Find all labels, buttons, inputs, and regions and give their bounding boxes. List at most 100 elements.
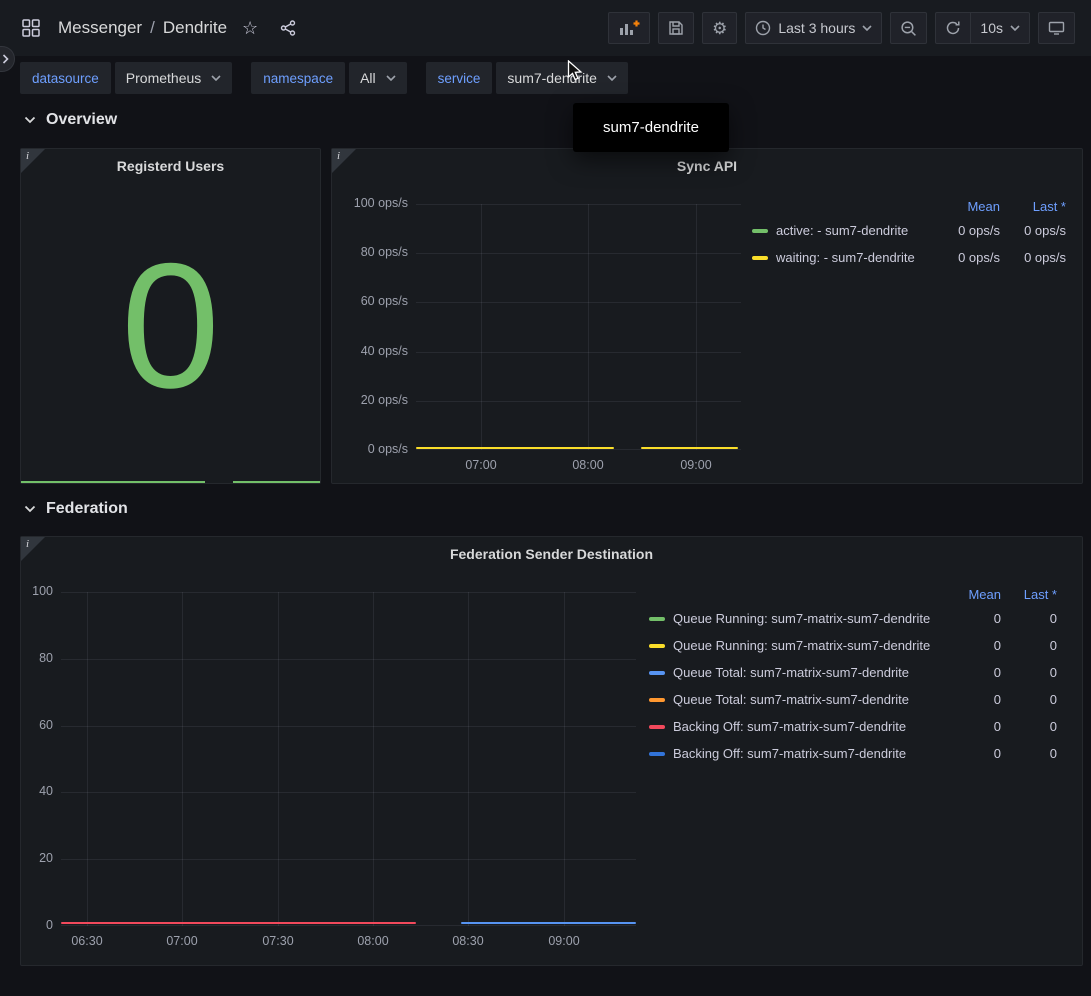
legend-mean-value: 0 bbox=[941, 719, 1001, 734]
gridline bbox=[481, 204, 482, 450]
add-panel-button[interactable] bbox=[608, 12, 650, 44]
panel-title-sync-api[interactable]: Sync API bbox=[332, 158, 1082, 174]
legend-series-name: Backing Off: sum7-matrix-sum7-dendrite bbox=[673, 746, 906, 761]
gridline bbox=[182, 592, 183, 926]
x-axis-tick: 06:30 bbox=[59, 934, 115, 948]
monitor-icon bbox=[1048, 20, 1065, 36]
chevron-down-icon bbox=[24, 116, 36, 124]
legend-series-toggle[interactable]: Queue Running: sum7-matrix-sum7-dendrite bbox=[649, 638, 941, 653]
legend-row: Backing Off: sum7-matrix-sum7-dendrite 0… bbox=[649, 713, 1057, 740]
save-icon bbox=[668, 20, 684, 36]
legend-last-header[interactable]: Last * bbox=[1000, 199, 1066, 214]
zoom-out-icon bbox=[900, 20, 917, 37]
section-title: Overview bbox=[46, 111, 117, 129]
legend-last-header[interactable]: Last * bbox=[1001, 587, 1057, 602]
series-color-dash bbox=[649, 725, 665, 729]
legend-mean-header[interactable]: Mean bbox=[941, 587, 1001, 602]
breadcrumb-folder[interactable]: Messenger bbox=[58, 18, 142, 38]
gridline bbox=[373, 592, 374, 926]
refresh-dashboard-button[interactable] bbox=[935, 12, 971, 44]
panel-sync-api: i Sync API 100 ops/s 80 ops/s 60 ops/s 4… bbox=[331, 148, 1083, 484]
legend-series-toggle[interactable]: Backing Off: sum7-matrix-sum7-dendrite bbox=[649, 746, 941, 761]
gridline bbox=[696, 204, 697, 450]
variable-label: datasource bbox=[20, 62, 111, 94]
legend-series-toggle[interactable]: Queue Total: sum7-matrix-sum7-dendrite bbox=[649, 692, 941, 707]
star-dashboard-button[interactable]: ☆ bbox=[235, 13, 265, 43]
legend-series-name: active: - sum7-dendrite bbox=[776, 223, 908, 238]
gridline bbox=[416, 401, 741, 402]
series-color-dash bbox=[649, 698, 665, 702]
section-overview-toggle[interactable]: Overview bbox=[24, 111, 117, 129]
panel-title-federation-sender[interactable]: Federation Sender Destination bbox=[21, 546, 1082, 562]
dashboard-settings-button[interactable]: ⚙ bbox=[702, 12, 737, 44]
refresh-interval-label: 10s bbox=[980, 20, 1003, 36]
sync-api-plot-area[interactable] bbox=[416, 204, 741, 450]
legend-series-toggle[interactable]: Queue Total: sum7-matrix-sum7-dendrite bbox=[649, 665, 941, 680]
variable-value: sum7-dendrite bbox=[507, 70, 597, 86]
time-range-picker[interactable]: Last 3 hours bbox=[745, 12, 882, 44]
save-dashboard-button[interactable] bbox=[658, 12, 694, 44]
panel-registered-users: i Registerd Users 0 bbox=[20, 148, 321, 484]
legend-last-value: 0 bbox=[1001, 665, 1057, 680]
section-federation-toggle[interactable]: Federation bbox=[24, 500, 128, 518]
series-line-waiting bbox=[641, 447, 738, 449]
x-axis-tick: 08:00 bbox=[345, 934, 401, 948]
variable-namespace-select[interactable]: All bbox=[349, 62, 407, 94]
series-line-waiting bbox=[416, 447, 614, 449]
apps-grid-icon bbox=[22, 19, 40, 37]
x-axis-tick: 08:30 bbox=[440, 934, 496, 948]
dashboards-grid-button[interactable] bbox=[16, 13, 46, 43]
x-axis-tick: 09:00 bbox=[668, 458, 724, 472]
legend-mean-value: 0 bbox=[941, 746, 1001, 761]
gridline bbox=[468, 592, 469, 926]
variable-option-tooltip: sum7-dendrite bbox=[573, 103, 729, 152]
navbar-left: Messenger / Dendrite ☆ bbox=[16, 13, 303, 43]
legend-row: Queue Total: sum7-matrix-sum7-dendrite 0… bbox=[649, 659, 1057, 686]
legend-series-toggle[interactable]: active: - sum7-dendrite bbox=[752, 223, 926, 238]
chevron-down-icon bbox=[862, 25, 872, 31]
gridline bbox=[588, 204, 589, 450]
y-axis-tick: 60 bbox=[21, 718, 53, 732]
legend-series-name: Queue Total: sum7-matrix-sum7-dendrite bbox=[673, 665, 909, 680]
legend-series-name: waiting: - sum7-dendrite bbox=[776, 250, 915, 265]
legend-mean-header[interactable]: Mean bbox=[926, 199, 1000, 214]
variable-datasource-select[interactable]: Prometheus bbox=[115, 62, 232, 94]
gridline bbox=[416, 253, 741, 254]
legend-series-name: Queue Running: sum7-matrix-sum7-dendrite bbox=[673, 611, 930, 626]
legend-last-value: 0 bbox=[1001, 746, 1057, 761]
series-color-dash bbox=[649, 671, 665, 675]
gridline bbox=[61, 859, 636, 860]
y-axis-tick: 20 ops/s bbox=[332, 393, 408, 407]
legend-series-toggle[interactable]: waiting: - sum7-dendrite bbox=[752, 250, 926, 265]
legend-last-value: 0 bbox=[1001, 638, 1057, 653]
legend-series-toggle[interactable]: Backing Off: sum7-matrix-sum7-dendrite bbox=[649, 719, 941, 734]
clock-icon bbox=[755, 20, 771, 36]
legend-mean-value: 0 bbox=[941, 665, 1001, 680]
share-dashboard-button[interactable] bbox=[273, 13, 303, 43]
y-axis-tick: 100 bbox=[21, 584, 53, 598]
panel-title-registered-users[interactable]: Registerd Users bbox=[21, 158, 320, 174]
gridline bbox=[87, 592, 88, 926]
sparkline-segment bbox=[21, 481, 205, 483]
series-line-queue-total bbox=[461, 922, 636, 924]
refresh-interval-picker[interactable]: 10s bbox=[970, 12, 1030, 44]
federation-plot-area[interactable] bbox=[61, 592, 636, 926]
series-color-dash bbox=[649, 644, 665, 648]
y-axis-tick: 40 bbox=[21, 784, 53, 798]
y-axis-tick: 80 ops/s bbox=[332, 245, 408, 259]
series-color-dash bbox=[649, 752, 665, 756]
navbar-right: ⚙ Last 3 hours 10s bbox=[608, 12, 1075, 44]
legend-row: Queue Total: sum7-matrix-sum7-dendrite 0… bbox=[649, 686, 1057, 713]
y-axis-tick: 80 bbox=[21, 651, 53, 665]
gridline bbox=[61, 792, 636, 793]
breadcrumb-dashboard[interactable]: Dendrite bbox=[163, 18, 227, 38]
legend-series-toggle[interactable]: Queue Running: sum7-matrix-sum7-dendrite bbox=[649, 611, 941, 626]
zoom-out-time-button[interactable] bbox=[890, 12, 927, 44]
gridline bbox=[564, 592, 565, 926]
kiosk-mode-button[interactable] bbox=[1038, 12, 1075, 44]
share-icon bbox=[280, 20, 296, 36]
federation-legend: Mean Last * Queue Running: sum7-matrix-s… bbox=[649, 583, 1070, 767]
series-line-backing-off bbox=[61, 922, 416, 924]
series-color-dash bbox=[649, 617, 665, 621]
variable-service-select[interactable]: sum7-dendrite bbox=[496, 62, 628, 94]
